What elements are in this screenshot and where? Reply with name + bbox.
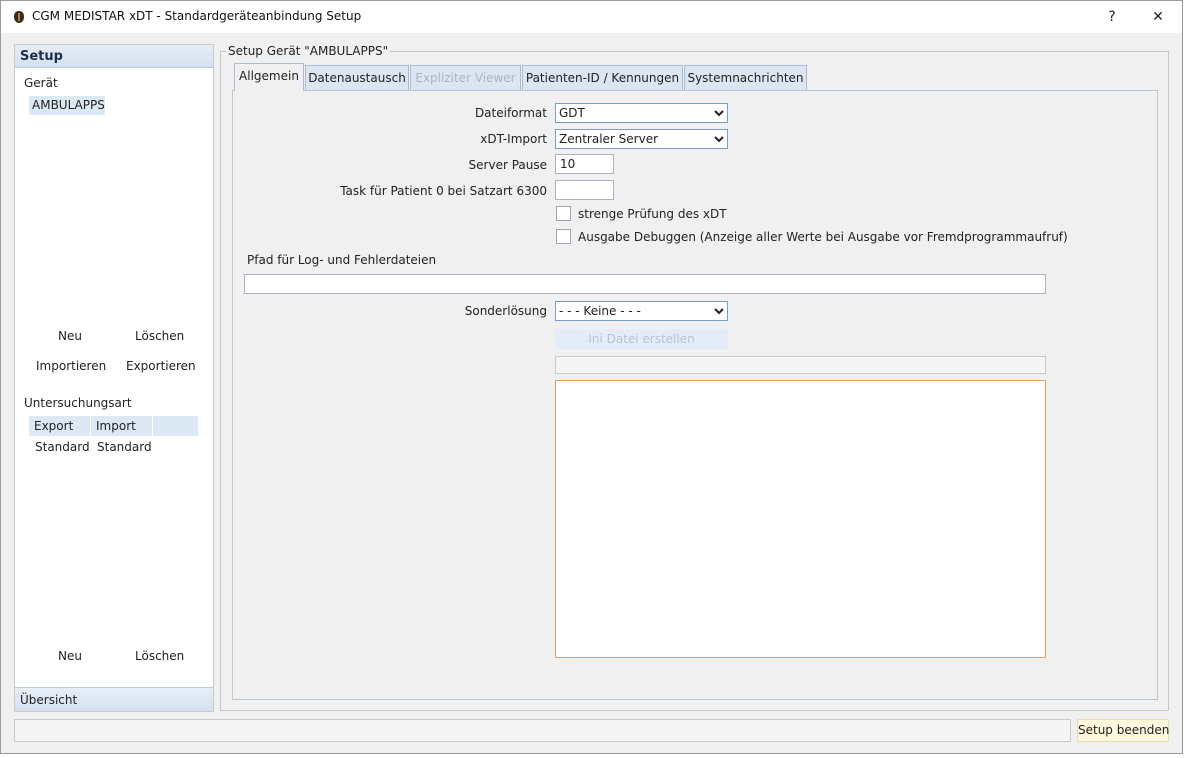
debug-output-checkbox[interactable] [556,229,571,244]
special-solution-label: Sonderlösung [464,304,547,318]
log-path-input[interactable] [244,274,1046,294]
tab-patienten-id[interactable]: Patienten-ID / Kennungen [522,65,683,90]
file-format-label: Dateiformat [474,106,547,120]
special-solution-select[interactable]: - - - Keine - - - [555,301,728,321]
close-button[interactable]: ✕ [1135,1,1181,33]
window-title: CGM MEDISTAR xDT - Standardgeräteanbindu… [32,9,362,23]
import-button[interactable]: Importieren [36,359,106,373]
help-button[interactable]: ? [1089,1,1135,33]
exam-type-label: Untersuchungsart [24,396,132,410]
medistar-app-icon [14,11,24,23]
status-bar [14,719,1071,742]
setup-sidebar [14,44,214,712]
log-path-label: Pfad für Log- und Fehlerdateien [247,253,437,267]
tab-allgemein[interactable]: Allgemein [234,63,304,91]
output-memo[interactable] [555,380,1046,658]
tab-systemnachrichten[interactable]: Systemnachrichten [684,65,807,90]
device-list-item[interactable]: AMBULAPPS [29,96,105,115]
server-pause-input[interactable]: 10 [555,154,614,174]
create-ini-button: Ini Datei erstellen [555,329,728,349]
tab-datenaustausch[interactable]: Datenaustausch [305,65,409,90]
xdt-import-select[interactable]: Zentraler Server [555,129,728,149]
delete-exam-type-button[interactable]: Löschen [135,649,184,663]
finish-setup-button[interactable]: Setup beenden [1077,719,1169,742]
setup-header: Setup [15,45,213,68]
new-device-button[interactable]: Neu [58,329,82,343]
exam-row-export-cell[interactable]: Standard [35,440,90,454]
task-patient-label: Task für Patient 0 bei Satzart 6300 [340,184,547,198]
exam-row-import-cell[interactable]: Standard [97,440,152,454]
chevron-down-icon [714,308,724,315]
exam-column-header-import[interactable]: Import [91,416,153,436]
chevron-down-icon [714,110,724,117]
device-setup-group-title: Setup Gerät "AMBULAPPS" [226,44,391,58]
export-button[interactable]: Exportieren [126,359,196,373]
chevron-down-icon [714,136,724,143]
exam-column-header-empty [153,416,199,436]
task-patient-input[interactable] [555,180,614,200]
file-format-select[interactable]: GDT [555,103,728,123]
tab-expliziter-viewer: Expliziter Viewer [410,65,521,90]
device-section-label: Gerät [24,76,58,90]
strict-check-label: strenge Prüfung des xDT [578,207,727,221]
strict-check-checkbox[interactable] [556,206,571,221]
xdt-import-value: Zentraler Server [559,132,659,146]
new-exam-type-button[interactable]: Neu [58,649,82,663]
exam-column-header-export[interactable]: Export [29,416,91,436]
server-pause-label: Server Pause [468,158,547,172]
special-solution-value: - - - Keine - - - [559,304,641,318]
progress-bar [555,356,1046,374]
file-format-value: GDT [559,106,585,120]
xdt-import-label: xDT-Import [480,132,547,146]
debug-output-label: Ausgabe Debuggen (Anzeige aller Werte be… [578,230,1068,244]
delete-device-button[interactable]: Löschen [135,329,184,343]
overview-button[interactable]: Übersicht [15,687,213,711]
